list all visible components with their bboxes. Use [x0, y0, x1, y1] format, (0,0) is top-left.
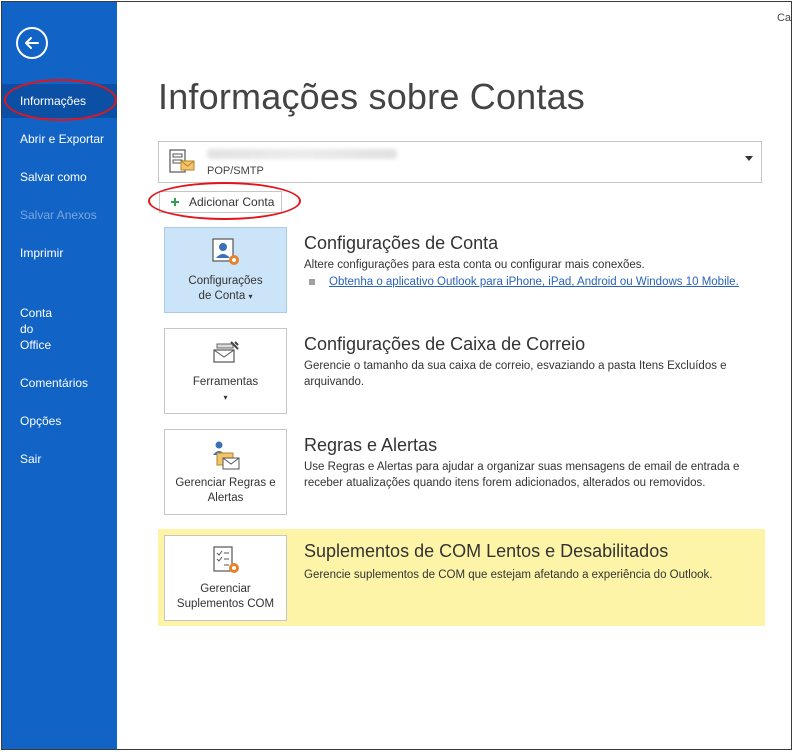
section-rules-alerts: Gerenciar Regras e Alertas Regras e Aler… — [158, 426, 765, 522]
account-settings-tile-label-2: de Conta ▾ — [198, 290, 253, 302]
chevron-down-icon — [745, 156, 753, 161]
account-settings-tile-label-1: Configurações — [188, 275, 263, 287]
outlook-mobile-link[interactable]: Obtenha o aplicativo Outlook para iPhone… — [329, 276, 739, 288]
tools-tile[interactable]: Ferramentas ▾ — [164, 328, 287, 414]
manage-com-addins-tile-label-1: Gerenciar — [200, 583, 251, 595]
chevron-down-icon: ▾ — [223, 393, 228, 402]
rules-alerts-title: Regras e Alertas — [304, 435, 438, 455]
manage-com-addins-tile[interactable]: Gerenciar Suplementos COM — [164, 535, 287, 621]
section-mailbox-settings: Ferramentas ▾ Configurações de Caixa de … — [158, 325, 765, 421]
nav-item-imprimir[interactable]: Imprimir — [2, 245, 117, 261]
nav-item-abrir-exportar[interactable]: Abrir e Exportar — [2, 131, 117, 147]
mailbox-settings-description: Gerencie o tamanho da sua caixa de corre… — [304, 360, 727, 388]
account-settings-title: Configurações de Conta — [304, 233, 499, 253]
section-account-settings: Configurações de Conta ▾ Configurações d… — [158, 224, 765, 320]
rules-alerts-icon — [213, 441, 240, 470]
page-title: Informações sobre Contas — [158, 76, 586, 117]
manage-com-addins-tile-label-2: Suplementos COM — [176, 598, 275, 610]
window-corner-text: Ca — [776, 12, 791, 24]
account-selector[interactable]: POP/SMTP — [158, 141, 762, 183]
manage-rules-tile[interactable]: Gerenciar Regras e Alertas — [164, 429, 287, 515]
manage-rules-tile-label-2: Alertas — [207, 492, 244, 504]
manage-rules-tile-label-1: Gerenciar Regras e — [175, 477, 276, 489]
outlook-backstage-window: Ca Informações Abrir e Exportar Salvar c… — [1, 1, 792, 750]
account-type: POP/SMTP — [207, 165, 264, 177]
tools-tile-label: Ferramentas — [192, 376, 259, 388]
nav-item-conta-office[interactable]: Conta do Office — [2, 305, 117, 353]
arrow-left-icon — [25, 37, 39, 49]
chevron-down-icon: ▾ — [248, 292, 253, 301]
account-settings-icon — [212, 238, 239, 265]
com-addins-icon — [213, 546, 239, 573]
account-settings-description: Altere configurações para esta conta ou … — [304, 259, 645, 271]
email-account-icon — [169, 149, 195, 173]
com-addins-title: Suplementos de COM Lentos e Desabilitado… — [304, 541, 669, 561]
nav-item-salvar-como[interactable]: Salvar como — [2, 169, 117, 185]
rules-alerts-description: Use Regras e Alertas para ajudar a organ… — [304, 461, 740, 489]
mailbox-settings-title: Configurações de Caixa de Correio — [304, 334, 586, 354]
section-com-addins: Gerenciar Suplementos COM Suplementos de… — [158, 529, 765, 626]
account-email-redacted — [207, 149, 397, 159]
bullet-icon — [309, 279, 315, 285]
com-addins-description: Gerencie suplementos de COM que estejam … — [304, 569, 713, 581]
nav-item-opcoes[interactable]: Opções — [2, 413, 117, 429]
account-settings-tile[interactable]: Configurações de Conta ▾ — [164, 227, 287, 313]
mailbox-tools-icon — [213, 341, 239, 363]
annotation-oval-add-account — [148, 182, 301, 220]
back-button[interactable] — [16, 27, 48, 59]
annotation-oval-informacoes — [4, 79, 117, 121]
nav-item-salvar-anexos: Salvar Anexos — [20, 208, 97, 222]
nav-item-sair[interactable]: Sair — [2, 451, 117, 467]
nav-item-comentarios[interactable]: Comentários — [2, 375, 117, 391]
